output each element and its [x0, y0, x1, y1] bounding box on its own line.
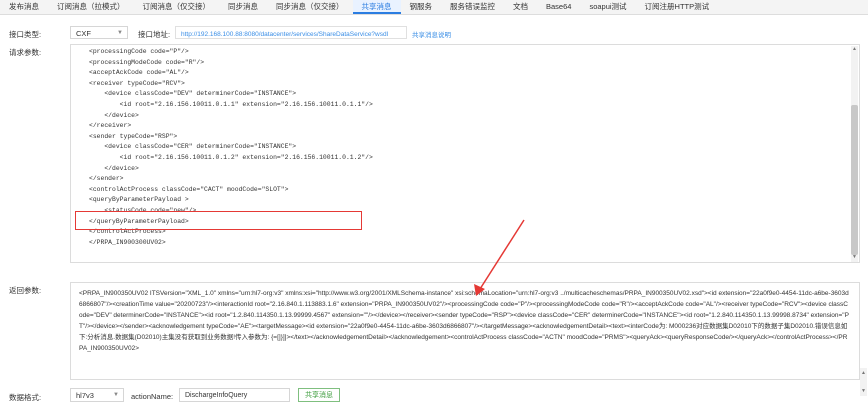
interface-addr-field[interactable]: http://192.168.100.88:8080/datacenter/se… [175, 26, 407, 39]
code-line: <sender typeCode="RSP"> [89, 132, 178, 140]
code-line: </sender> [89, 175, 124, 183]
tab-0[interactable]: 发布消息 [0, 0, 48, 14]
share-doc-link[interactable]: 共享消息说明 [412, 29, 451, 39]
chevron-down-icon: ▼ [113, 392, 119, 398]
tab-4[interactable]: 同步消息（仅交接） [267, 0, 353, 14]
tab-11[interactable]: 订阅注册HTTP测试 [636, 0, 719, 14]
interface-addr-label: 接口地址: [138, 30, 171, 39]
scrollbar-thumb[interactable] [851, 105, 858, 255]
code-line: </device> [89, 164, 139, 172]
action-name-input[interactable]: DischargeInfoQuery [179, 388, 290, 402]
highlight-box [75, 211, 362, 230]
tab-5[interactable]: 共享消息 [352, 0, 401, 14]
request-textarea[interactable]: <processingCode code="P"/> <processingMod… [70, 44, 860, 263]
code-line: <acceptAckCode code="AL"/> [89, 69, 189, 77]
share-message-button[interactable]: 共享消息 [298, 388, 340, 402]
interface-url[interactable]: http://192.168.100.88:8080/datacenter/se… [181, 31, 388, 38]
response-textarea[interactable]: <PRPA_IN900350UV02 ITSVersion="XML_1.0" … [70, 282, 860, 380]
response-label: 返回参数: [9, 286, 42, 295]
code-line: </receiver> [89, 122, 132, 130]
scroll-down-icon[interactable]: ▼ [851, 254, 858, 261]
code-line: <device classCode="CER" determinerCode="… [89, 143, 297, 151]
scroll-up-icon[interactable]: ▲ [861, 370, 866, 376]
code-line: <device classCode="DEV" determinerCode="… [89, 90, 297, 98]
code-line: </PRPA_IN900300UV02> [89, 238, 166, 246]
code-line: </device> [89, 111, 139, 119]
data-format-label: 数据格式: [9, 393, 42, 402]
chevron-down-icon: ▼ [117, 30, 123, 36]
code-line: <controlActProcess classCode="CACT" mood… [89, 185, 289, 193]
tab-1[interactable]: 订阅消息（拉模式） [48, 0, 134, 14]
tab-8[interactable]: 文档 [504, 0, 537, 14]
tab-10[interactable]: soapui测试 [580, 0, 635, 14]
data-format-value: hl7v3 [76, 391, 94, 400]
interface-type-select[interactable]: CXF ▼ [70, 26, 128, 39]
interface-type-label: 接口类型: [9, 30, 42, 39]
action-name-value: DischargeInfoQuery [185, 392, 248, 399]
tab-7[interactable]: 服务错误监控 [441, 0, 504, 14]
scroll-up-icon[interactable]: ▲ [851, 46, 858, 53]
response-text: <PRPA_IN900350UV02 ITSVersion="XML_1.0" … [79, 290, 849, 352]
code-line: <processingModeCode code="R"/> [89, 58, 205, 66]
tab-bar: 发布消息 订阅消息（拉模式） 订阅消息（仅交接） 同步消息 同步消息（仅交接） 共享消息钢… [0, 0, 868, 15]
scroll-down-icon[interactable]: ▼ [861, 388, 866, 394]
tab-3[interactable]: 同步消息 [219, 0, 267, 14]
action-name-label: actionName: [131, 392, 174, 401]
code-line: <id root="2.16.156.10011.0.1.2" extensio… [89, 153, 373, 161]
code-line: <queryByParameterPayload > [89, 196, 189, 204]
code-line: <receiver typeCode="RCV"> [89, 79, 185, 87]
code-line: <processingCode code="P"/> [89, 48, 189, 55]
interface-type-value: CXF [76, 29, 91, 38]
code-line: <id root="2.16.156.10011.0.1.1" extensio… [89, 100, 373, 108]
data-format-select[interactable]: hl7v3 ▼ [70, 388, 124, 402]
request-label: 请求参数: [9, 48, 42, 57]
tab-6[interactable]: 钢服务 [401, 0, 442, 14]
tab-2[interactable]: 订阅消息（仅交接） [134, 0, 220, 14]
tab-9[interactable]: Base64 [537, 0, 580, 14]
